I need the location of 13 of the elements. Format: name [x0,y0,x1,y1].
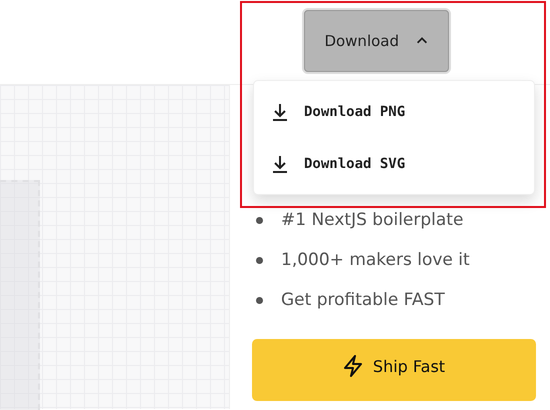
bullet-icon [256,296,263,304]
bullet-icon [256,256,263,264]
menu-item[interactable]: Download PNG [260,86,528,138]
feature-text: #1 NextJS boilerplate [281,209,464,232]
download-icon [272,154,288,172]
bullet-icon [256,216,263,224]
feature-text: Get profitable FAST [281,289,445,312]
download-icon [272,102,288,120]
download-button[interactable]: Download [302,8,451,74]
ship-fast-button[interactable]: Ship Fast [252,339,536,401]
feature-text: 1,000+ makers love it [281,249,470,272]
menu-item[interactable]: Download SVG [260,138,528,190]
lightning-icon [342,355,363,377]
